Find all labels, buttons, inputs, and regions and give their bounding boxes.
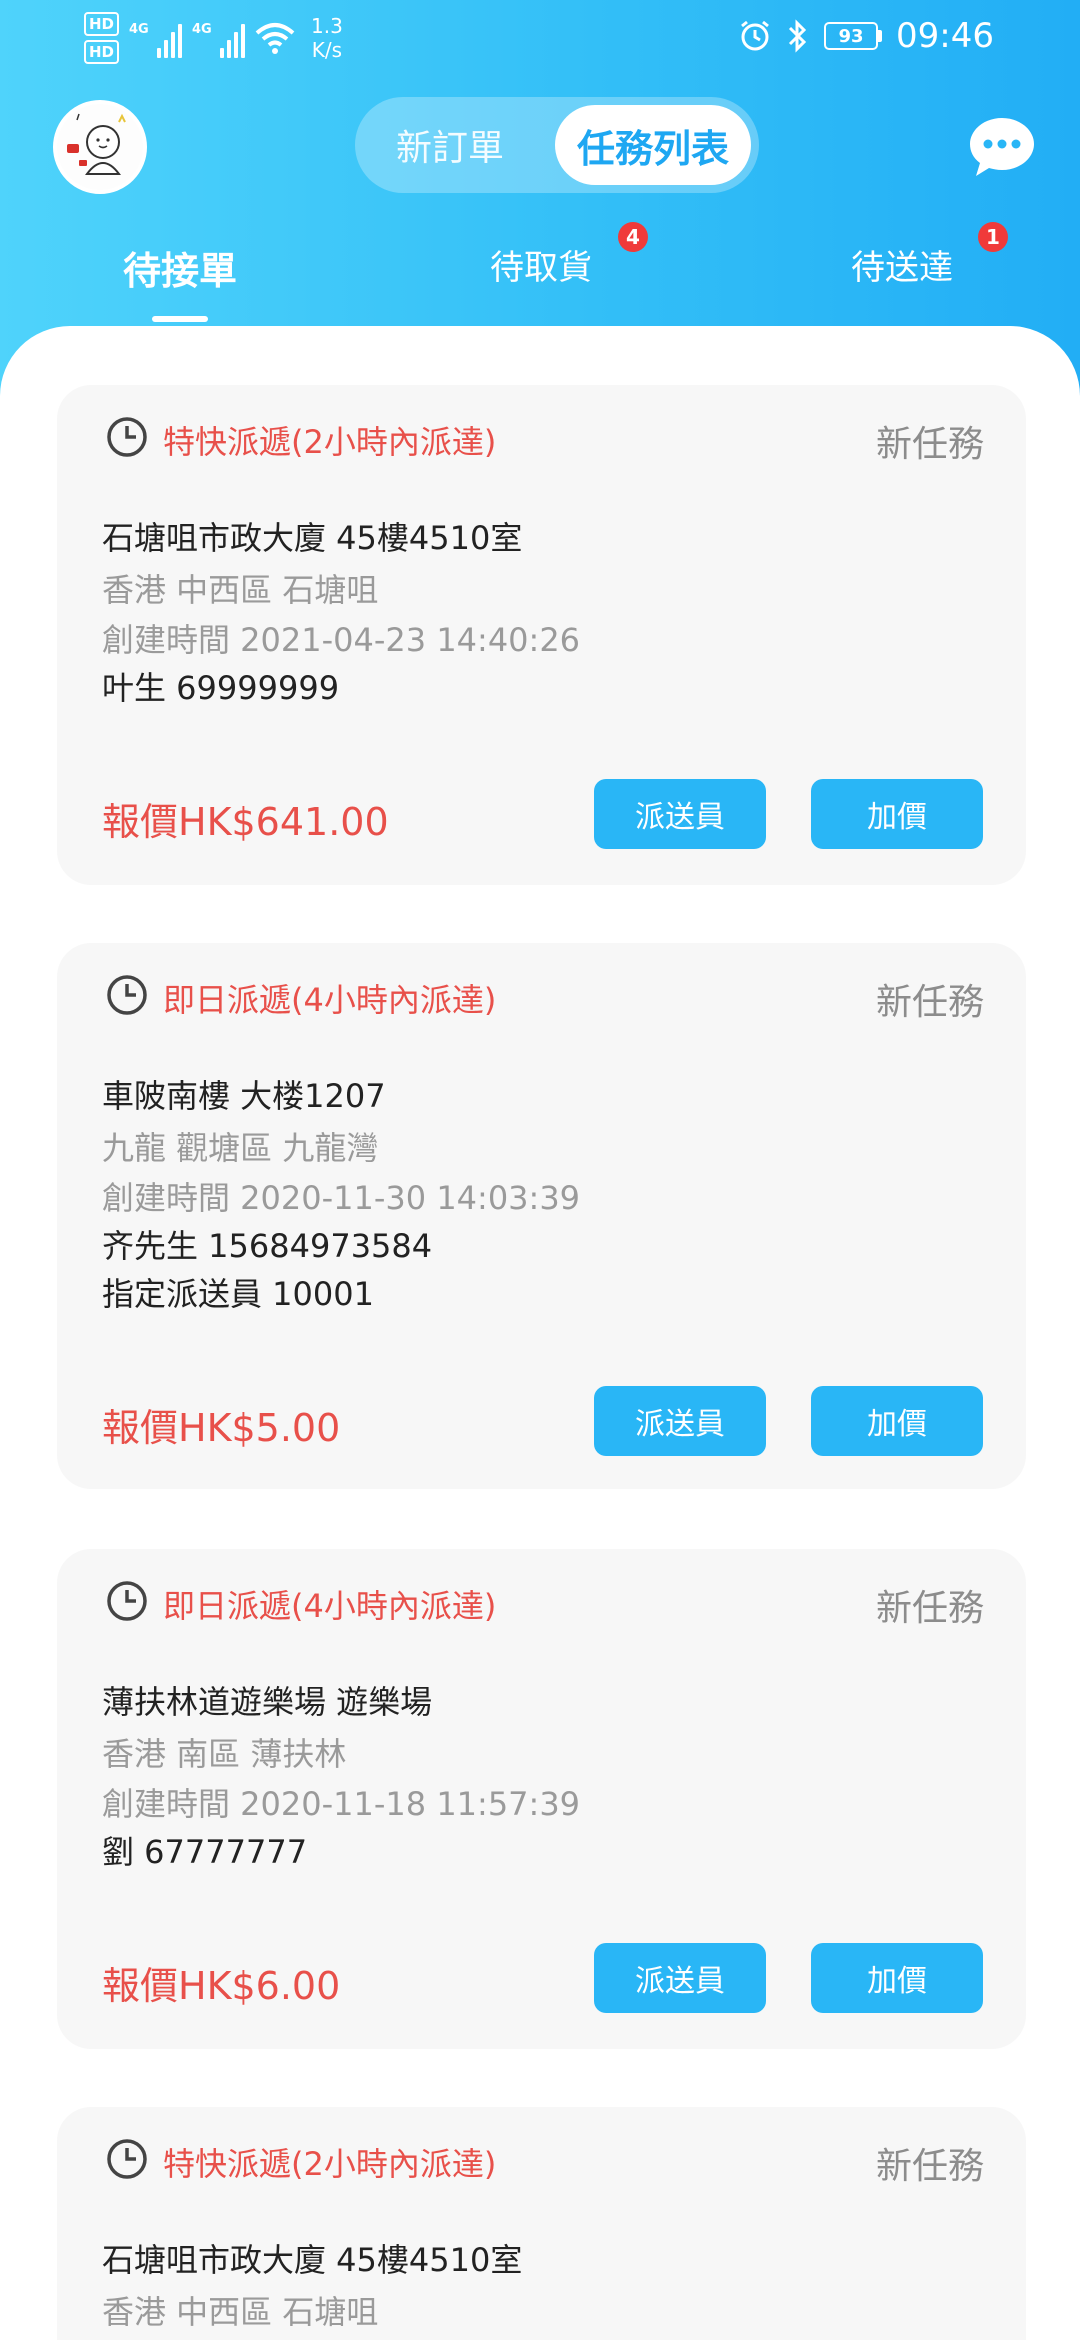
courier-button[interactable]: 派送員 [594,1386,766,1456]
avatar-image [57,104,143,190]
order-status: 新任務 [875,424,984,465]
status-bar-left: HD HD 4G 4G 1.3 K/s [84,12,343,64]
order-address: 車陂南樓 大楼1207 [102,1077,386,1115]
status-bar-right: 93 09:46 [738,16,994,56]
order-card[interactable]: 即日派遞(4小時內派達) 新任務 車陂南樓 大楼1207 九龍 觀塘區 九龍灣 … [57,943,1026,1489]
order-assigned-courier: 指定派送員 10001 [102,1275,374,1313]
status-tabs: 待接單 待取貨 4 待送達 1 [0,222,1080,322]
order-contact: 劉 67777777 [102,1833,308,1871]
order-address: 石塘咀市政大廈 45樓4510室 [102,519,523,557]
network-type-2: 4G [192,22,212,37]
order-region: 香港 中西區 石塘咀 [102,571,379,609]
status-time: 09:46 [896,16,994,56]
order-region: 香港 南區 薄扶林 [102,1735,347,1773]
hd-indicators: HD HD [84,12,120,64]
order-address: 石塘咀市政大廈 45樓4510室 [102,2241,523,2279]
segment-task-list[interactable]: 任務列表 [555,105,751,185]
active-tab-indicator [152,316,208,322]
order-status: 新任務 [875,1588,984,1629]
hd-indicator-2: HD [84,40,120,64]
order-price: 報價HK$641.00 [102,800,389,844]
clock-icon [107,975,147,1015]
order-card[interactable]: 即日派遞(4小時內派達) 新任務 薄扶林道遊樂場 遊樂場 香港 南區 薄扶林 創… [57,1549,1026,2049]
raise-price-button[interactable]: 加價 [811,1943,983,2013]
tab-pending-delivery-badge: 1 [978,222,1008,252]
clock-icon [107,417,147,457]
raise-price-button[interactable]: 加價 [811,779,983,849]
order-created-time: 創建時間 2020-11-18 11:57:39 [102,1785,581,1823]
order-status: 新任務 [875,982,984,1023]
order-price: 報價HK$6.00 [102,1964,341,2008]
order-price: 報價HK$5.00 [102,1406,341,1450]
network-type-1: 4G [129,22,149,37]
battery-level: 93 [824,22,879,50]
signal-icon-2: 4G [192,18,246,58]
battery-icon: 93 [824,22,883,50]
bluetooth-icon [788,19,807,53]
order-card[interactable]: 特快派遞(2小時內派達) 新任務 石塘咀市政大廈 45樓4510室 香港 中西區… [57,2107,1026,2340]
chat-bubble-icon[interactable] [968,116,1036,178]
order-address: 薄扶林道遊樂場 遊樂場 [102,1683,433,1721]
avatar[interactable] [53,100,147,194]
order-contact: 齐先生 15684973584 [102,1227,433,1265]
signal-icon-1: 4G [129,18,183,58]
clock-icon [107,1581,147,1621]
courier-button[interactable]: 派送員 [594,1943,766,2013]
raise-price-button[interactable]: 加價 [811,1386,983,1456]
order-region: 香港 中西區 石塘咀 [102,2293,379,2331]
segment-new-order[interactable]: 新訂單 [355,97,545,193]
courier-button[interactable]: 派送員 [594,779,766,849]
order-contact: 叶生 69999999 [102,669,340,707]
network-speed-unit: K/s [311,38,343,62]
hd-indicator-1: HD [84,12,120,36]
delivery-type: 即日派遞(4小時內派達) [163,981,497,1019]
network-speed: 1.3 K/s [311,14,343,62]
network-speed-value: 1.3 [311,14,343,38]
order-created-time: 創建時間 2020-11-30 14:03:39 [102,1179,581,1217]
order-status: 新任務 [875,2146,984,2187]
delivery-type: 即日派遞(4小時內派達) [163,1587,497,1625]
clock-icon [107,2139,147,2179]
delivery-type: 特快派遞(2小時內派達) [163,2145,497,2183]
tab-pending-pickup-badge: 4 [618,222,648,252]
order-created-time: 創建時間 2021-04-23 14:40:26 [102,621,581,659]
order-card[interactable]: 特快派遞(2小時內派達) 新任務 石塘咀市政大廈 45樓4510室 香港 中西區… [57,385,1026,885]
tab-pending-accept[interactable]: 待接單 [60,240,300,295]
status-bar: HD HD 4G 4G 1.3 K/s 93 09:46 [0,0,1080,80]
wifi-icon [255,23,295,54]
alarm-icon [741,20,769,51]
delivery-type: 特快派遞(2小時內派達) [163,423,497,461]
order-segmented-control: 新訂單 任務列表 [355,97,759,193]
order-region: 九龍 觀塘區 九龍灣 [102,1129,379,1167]
